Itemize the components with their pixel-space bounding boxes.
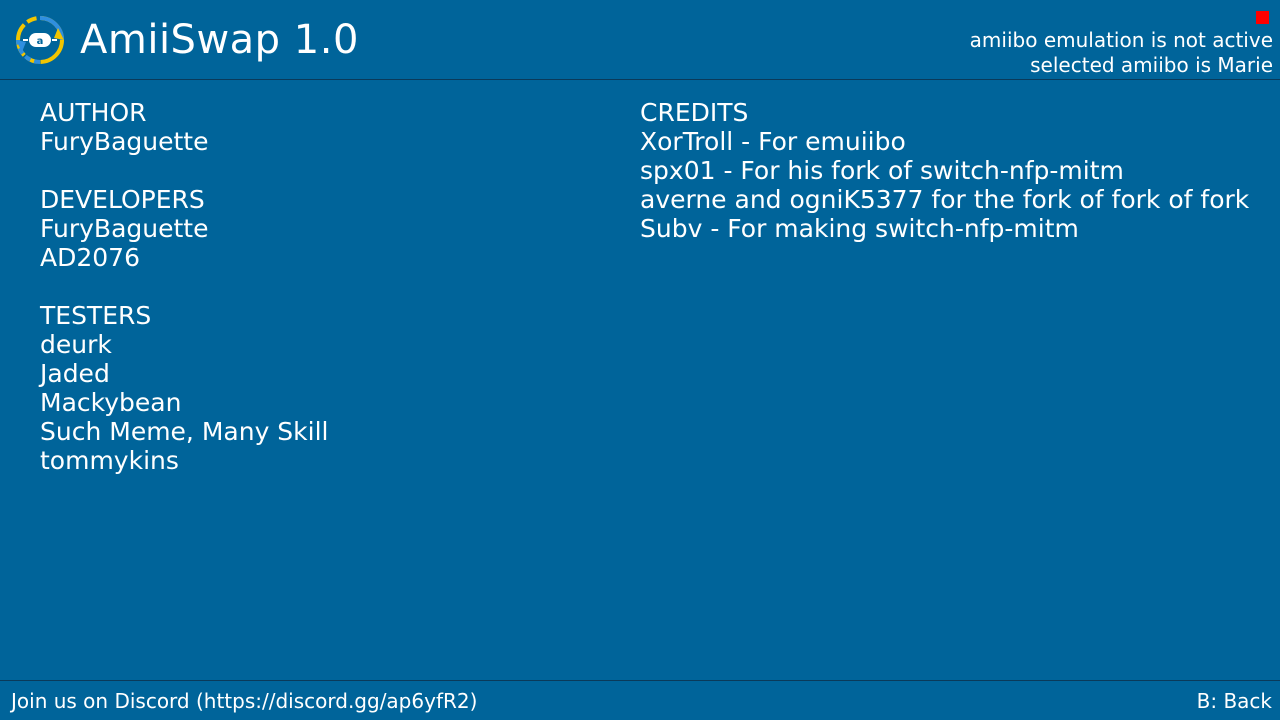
section-heading: DEVELOPERS <box>40 185 205 214</box>
list-item: XorTroll - For emuiibo <box>640 127 906 156</box>
list-item: FuryBaguette <box>40 214 209 243</box>
right-column: CREDITS XorTroll - For emuiibo spx01 - F… <box>640 98 1249 272</box>
back-button[interactable]: B: Back <box>1197 688 1272 714</box>
app-title: AmiiSwap 1.0 <box>80 17 359 63</box>
emulation-status: amiibo emulation is not active <box>969 28 1273 52</box>
list-item: AD2076 <box>40 243 140 272</box>
section-heading: TESTERS <box>40 301 152 330</box>
section-heading: AUTHOR <box>40 98 147 127</box>
selected-amiibo-status: selected amiibo is Marie <box>1030 53 1273 77</box>
list-item: Such Meme, Many Skill <box>40 417 329 446</box>
developers-section: DEVELOPERS FuryBaguette AD2076 <box>40 185 329 272</box>
svg-text:a: a <box>37 36 44 47</box>
list-item: Mackybean <box>40 388 182 417</box>
list-item: FuryBaguette <box>40 127 209 156</box>
list-item: tommykins <box>40 446 179 475</box>
list-item: spx01 - For his fork of switch-nfp-mitm <box>640 156 1124 185</box>
amiiswap-logo-icon: a <box>16 16 64 64</box>
section-heading: CREDITS <box>640 98 749 127</box>
testers-section: TESTERS deurk Jaded Mackybean Such Meme,… <box>40 301 329 475</box>
status-indicator-icon <box>1256 11 1269 24</box>
credits-section: CREDITS XorTroll - For emuiibo spx01 - F… <box>640 98 1249 243</box>
list-item: averne and ogniK5377 for the fork of for… <box>640 185 1250 214</box>
list-item: Subv - For making switch-nfp-mitm <box>640 214 1079 243</box>
status-text: amiibo emulation is not active selected … <box>970 28 1273 78</box>
footer-bar: Join us on Discord (https://discord.gg/a… <box>0 680 1280 720</box>
author-section: AUTHOR FuryBaguette <box>40 98 329 156</box>
list-item: Jaded <box>40 359 110 388</box>
discord-link[interactable]: Join us on Discord (https://discord.gg/a… <box>11 688 477 714</box>
list-item: deurk <box>40 330 112 359</box>
app-window: a AmiiSwap 1.0 amiibo emulation is not a… <box>0 0 1280 720</box>
header-bar: a AmiiSwap 1.0 amiibo emulation is not a… <box>0 0 1280 80</box>
left-column: AUTHOR FuryBaguette DEVELOPERS FuryBague… <box>40 98 329 504</box>
